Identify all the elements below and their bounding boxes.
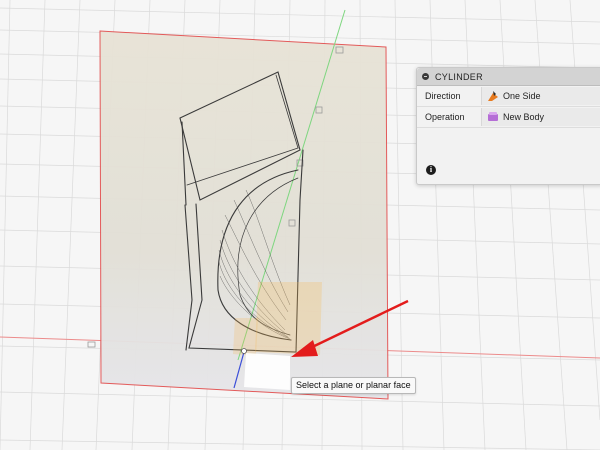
- operation-row: Operation New Body: [417, 107, 600, 128]
- dialog-header[interactable]: CYLINDER: [417, 68, 600, 86]
- direction-label: Direction: [425, 91, 461, 101]
- one-side-direction-icon: [488, 91, 498, 101]
- planar-face[interactable]: [244, 353, 290, 390]
- new-body-icon: [488, 112, 498, 121]
- operation-value: New Body: [503, 112, 545, 122]
- direction-dropdown[interactable]: One Side: [481, 87, 600, 105]
- operation-dropdown[interactable]: New Body: [481, 108, 600, 126]
- direction-row: Direction One Side: [417, 86, 600, 107]
- operation-label: Operation: [425, 112, 465, 122]
- info-icon[interactable]: i: [426, 165, 436, 175]
- dialog-title: CYLINDER: [435, 71, 483, 82]
- selection-tooltip: Select a plane or planar face: [291, 377, 416, 394]
- cylinder-dialog[interactable]: CYLINDER Direction One Side Operation Ne…: [416, 67, 600, 185]
- collapse-icon[interactable]: [422, 73, 429, 80]
- direction-value: One Side: [503, 91, 541, 101]
- origin-point[interactable]: [241, 348, 247, 354]
